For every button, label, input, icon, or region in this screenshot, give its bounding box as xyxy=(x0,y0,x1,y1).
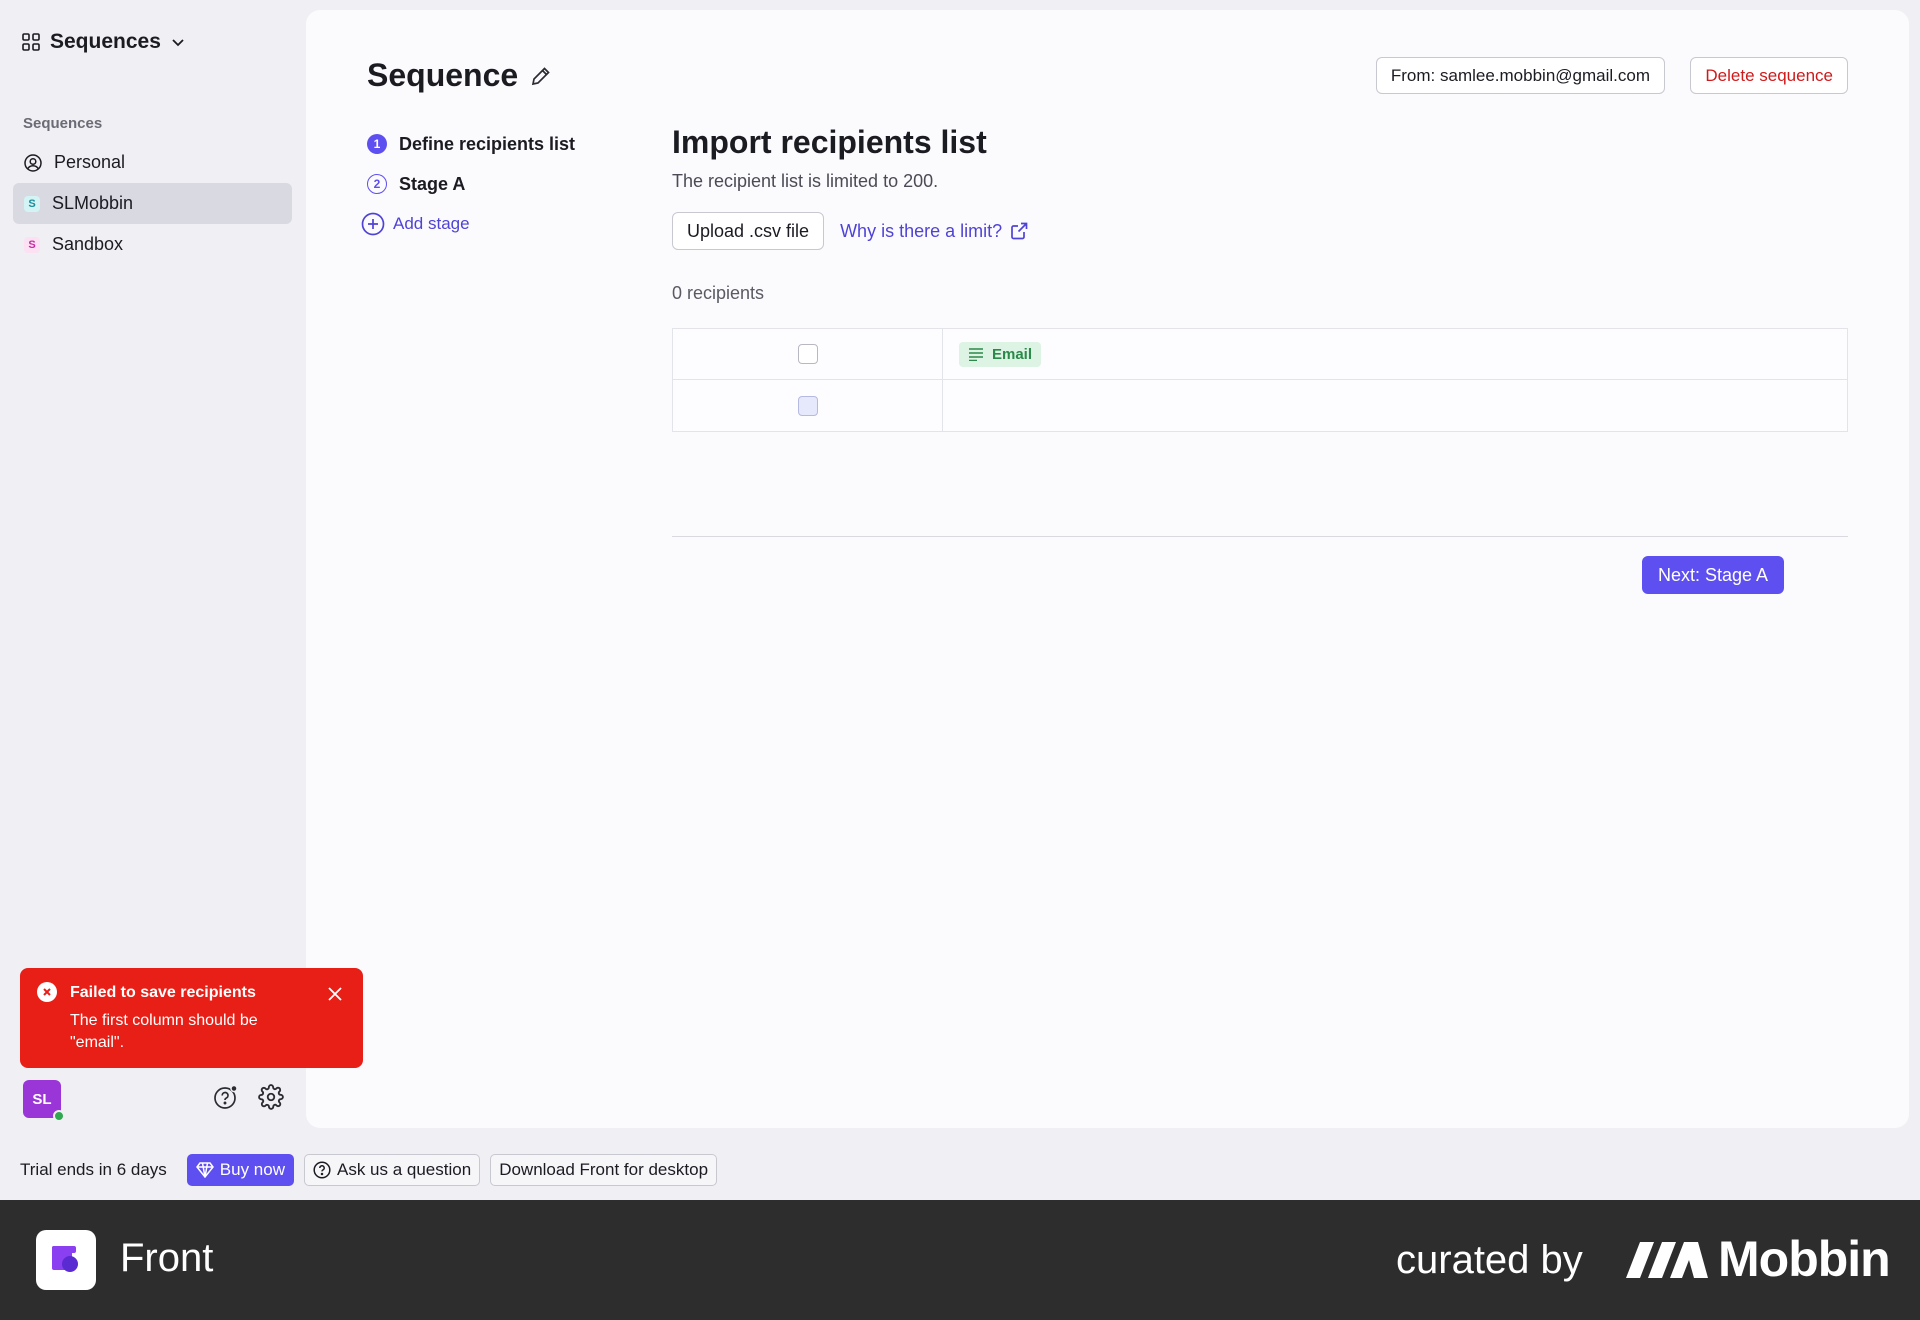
from-address-button[interactable]: From: samlee.mobbin@gmail.com xyxy=(1375,57,1665,94)
user-circle-icon xyxy=(24,153,42,172)
toast-message: The first column should be "email". xyxy=(70,1012,258,1051)
help-icon[interactable] xyxy=(213,1084,239,1115)
toast-title: Failed to save recipients xyxy=(70,984,256,1001)
diamond-icon xyxy=(195,1162,214,1178)
email-cell[interactable] xyxy=(943,380,1847,431)
gear-icon[interactable] xyxy=(258,1084,284,1115)
avatar[interactable]: SL xyxy=(23,1080,65,1122)
stage-steps: 1 Define recipients list 2 Stage A xyxy=(367,124,575,204)
download-desktop-button[interactable]: Download Front for desktop xyxy=(490,1154,718,1186)
grid-icon xyxy=(22,33,40,51)
delete-sequence-button[interactable]: Delete sequence xyxy=(1690,57,1848,94)
error-toast: Failed to save recipients The first colu… xyxy=(20,968,363,1068)
team-badge-icon: S xyxy=(24,236,40,253)
mobbin-brand-text: Mobbin xyxy=(1718,1231,1891,1287)
sidebar-item-label: Personal xyxy=(54,152,126,172)
step-label: Define recipients list xyxy=(399,133,576,154)
column-header-email[interactable]: Email xyxy=(959,341,1042,367)
page-title: Sequence xyxy=(367,57,519,93)
team-badge-icon: S xyxy=(24,195,40,212)
step-number: 1 xyxy=(367,134,387,154)
sidebar-nav: Personal S SLMobbin S Sandbox xyxy=(13,142,292,265)
sidebar-item-label: SLMobbin xyxy=(52,193,134,213)
error-icon xyxy=(37,982,57,1002)
ask-question-label: Ask us a question xyxy=(336,1160,472,1179)
app-switcher[interactable]: Sequences xyxy=(22,30,185,54)
curated-by-text: curated by xyxy=(1396,1238,1583,1282)
online-status-dot xyxy=(53,1110,65,1122)
sidebar-item-personal[interactable]: Personal xyxy=(13,142,292,183)
step-label: Stage A xyxy=(399,173,466,194)
add-stage-button[interactable]: Add stage xyxy=(361,212,470,236)
recipient-count: 0 recipients xyxy=(672,283,765,303)
limit-help-link[interactable]: Why is there a limit? xyxy=(840,221,1028,242)
avatar-initials: SL xyxy=(32,1090,52,1108)
buy-now-label: Buy now xyxy=(219,1160,285,1179)
divider xyxy=(672,536,1848,537)
sidebar-item-slmobbin[interactable]: S SLMobbin xyxy=(13,183,292,224)
table-header-row: Email xyxy=(673,329,1847,380)
ask-question-button[interactable]: Ask us a question xyxy=(303,1154,481,1186)
table-row xyxy=(673,380,1847,431)
upload-csv-button[interactable]: Upload .csv file xyxy=(672,212,825,250)
section-title: Import recipients list xyxy=(672,124,987,160)
step-define-recipients[interactable]: 1 Define recipients list xyxy=(367,124,575,164)
footer-app-name: Front xyxy=(120,1236,214,1280)
recipients-table: Email xyxy=(672,328,1848,432)
plus-circle-icon xyxy=(361,212,385,236)
limit-link-label: Why is there a limit? xyxy=(840,220,1003,241)
column-label: Email xyxy=(992,345,1033,363)
sidebar-item-sandbox[interactable]: S Sandbox xyxy=(13,224,292,265)
step-stage-a[interactable]: 2 Stage A xyxy=(367,164,575,204)
sidebar-section-label: Sequences xyxy=(23,115,103,132)
mobbin-logo-icon xyxy=(1626,1238,1710,1285)
trial-text: Trial ends in 6 days xyxy=(20,1160,167,1179)
close-icon[interactable] xyxy=(327,986,343,1002)
main-panel: Sequence From: samlee.mobbin@gmail.com D… xyxy=(306,10,1909,1128)
external-link-icon xyxy=(1011,222,1028,240)
sidebar-item-label: Sandbox xyxy=(52,234,124,254)
text-lines-icon xyxy=(969,348,983,361)
next-stage-button[interactable]: Next: Stage A xyxy=(1642,556,1785,594)
trial-bar: Trial ends in 6 days Buy now Ask us a qu… xyxy=(20,1154,718,1186)
footer-banner: Front curated by Mobbin xyxy=(0,1200,1920,1320)
buy-now-button[interactable]: Buy now xyxy=(186,1154,294,1186)
row-checkbox[interactable] xyxy=(797,395,818,416)
app-switcher-label: Sequences xyxy=(50,30,161,53)
import-section: Import recipients list The recipient lis… xyxy=(672,124,1848,432)
step-number: 2 xyxy=(367,174,387,194)
front-logo-icon xyxy=(36,1230,96,1290)
select-all-checkbox[interactable] xyxy=(797,344,818,364)
chevron-down-icon xyxy=(172,39,184,47)
edit-icon[interactable] xyxy=(530,65,552,92)
section-subtitle: The recipient list is limited to 200. xyxy=(672,171,939,191)
question-circle-icon xyxy=(313,1161,331,1179)
add-stage-label: Add stage xyxy=(393,214,470,233)
